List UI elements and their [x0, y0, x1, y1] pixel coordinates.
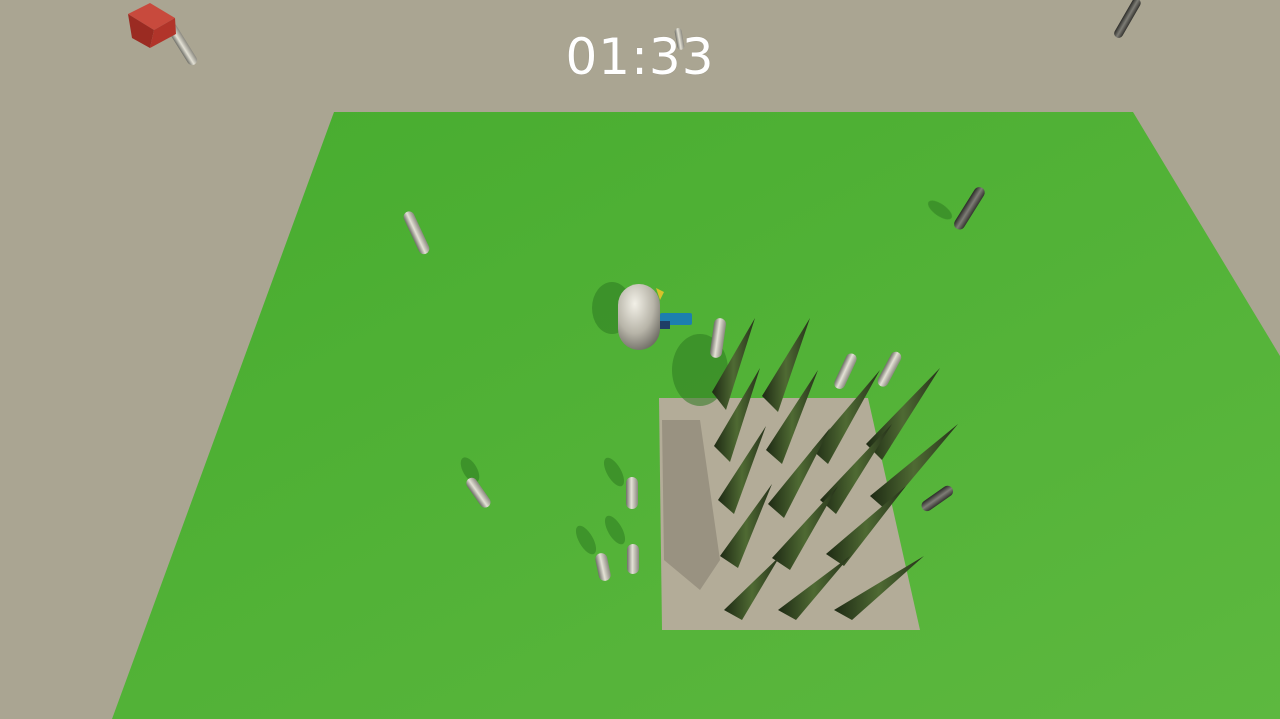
countdown-timer: 01:33 [565, 28, 715, 86]
game-viewport[interactable]: 01:33 [0, 0, 1280, 719]
game-scene[interactable] [0, 0, 1280, 719]
capsule [626, 477, 638, 509]
capsule [627, 544, 639, 574]
